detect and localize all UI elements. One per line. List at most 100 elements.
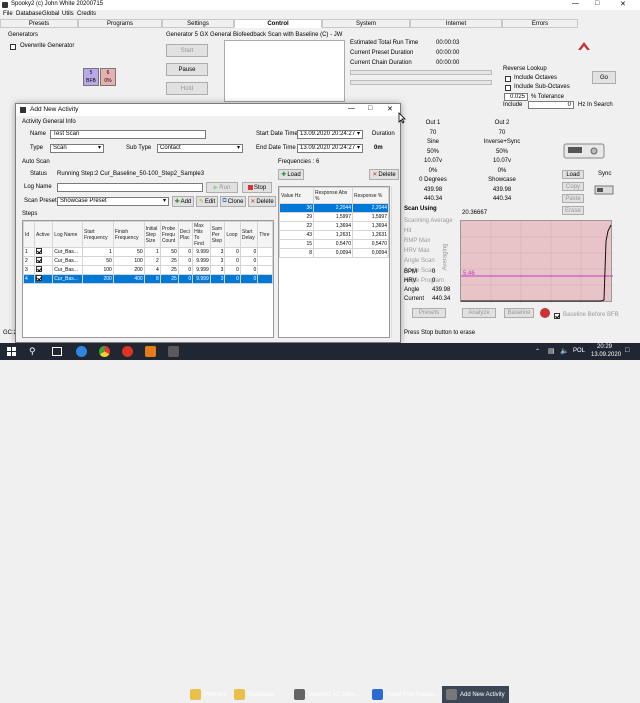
include-suboctaves-checkbox[interactable] — [505, 85, 511, 91]
tab-programs[interactable]: Programs — [78, 19, 162, 28]
pause-button[interactable]: Pause — [166, 63, 208, 76]
end-datetime-input[interactable]: 13.09.2020 20:24:27 — [297, 144, 363, 153]
tab-settings[interactable]: Settings — [162, 19, 234, 28]
steps-col-active[interactable]: Active — [33, 221, 54, 248]
minimize-icon[interactable]: — — [572, 0, 579, 7]
freq-delete-button[interactable]: ✕ Delete — [369, 169, 399, 180]
step-row-1[interactable]: 1 Cur_Bas... 1 50 1 50 0 9.999 3 0 0 — [23, 247, 273, 257]
clone-step-button[interactable]: ⧉ Clone — [220, 196, 246, 207]
baseline-button[interactable]: Baseline — [504, 308, 534, 318]
analyze-button[interactable]: Analyze — [462, 308, 496, 318]
step-active-cell[interactable] — [33, 265, 54, 275]
start-datetime-input[interactable]: 13.09.2020 20:24:27 — [297, 130, 363, 139]
subtype-select[interactable]: Contact — [157, 144, 243, 153]
subtype-dropdown-icon[interactable]: ▾ — [237, 144, 240, 151]
steps-col-threshold[interactable]: Thre — [257, 221, 273, 248]
baseline-before-checkbox[interactable] — [554, 313, 560, 319]
menu-global[interactable]: Global — [42, 11, 59, 17]
menu-utils[interactable]: Utils — [62, 11, 74, 17]
freq-row[interactable]: 29 1,5997 1,5997 — [279, 212, 389, 222]
tab-presets[interactable]: Presets — [0, 19, 78, 28]
step-active-cell[interactable] — [33, 247, 54, 257]
step-active-cell[interactable] — [33, 256, 54, 266]
start-datetime-dropdown-icon[interactable]: ▾ — [357, 130, 360, 137]
start-button[interactable]: Start — [166, 44, 208, 57]
scan-option-angle[interactable]: Angle Scan — [404, 256, 458, 266]
steps-col-step-size[interactable]: Initial Step Size — [143, 221, 161, 248]
steps-col-finish-freq[interactable]: Finish Frequency — [112, 221, 145, 248]
search-icon[interactable]: ⚲ — [29, 346, 36, 357]
scan-option-hit[interactable]: Hit — [404, 226, 458, 236]
freq-col-value[interactable]: Value Hz — [279, 187, 314, 204]
steps-col-loop[interactable]: Loop — [224, 221, 241, 248]
freq-row[interactable]: 8 0,0094 0,0094 — [279, 248, 389, 258]
scan-preset-dropdown-icon[interactable]: ▾ — [163, 197, 166, 204]
steps-col-id[interactable]: Id — [23, 221, 35, 248]
run-button[interactable]: ▶ Run — [206, 182, 238, 193]
taskbar-item-scandata[interactable]: ScanData — [234, 686, 274, 703]
language-indicator[interactable]: POL — [573, 348, 585, 354]
chrome-icon[interactable] — [99, 346, 110, 357]
freq-row[interactable]: 22 1,3694 1,3694 — [279, 221, 389, 231]
include-input[interactable]: 0 — [528, 101, 574, 109]
sync-icon[interactable] — [594, 182, 614, 198]
hold-button[interactable]: Hold — [166, 82, 208, 95]
steps-col-probe-count[interactable]: Probe Frequ Count — [159, 221, 179, 248]
generator-6-badge[interactable]: 6 0% — [100, 68, 116, 86]
app-icon-grey[interactable] — [168, 346, 179, 357]
freq-col-abs[interactable]: Response Abs % — [313, 187, 353, 204]
copy-button[interactable]: Copy — [562, 182, 584, 191]
steps-table[interactable]: Id Active Log Name Start Frequency Finis… — [22, 220, 274, 338]
media-icon[interactable] — [145, 346, 156, 357]
scan-option-average[interactable]: Scanning Average — [404, 216, 458, 226]
edge-icon[interactable] — [76, 346, 87, 357]
freq-col-response[interactable]: Response % — [352, 187, 389, 204]
tray-chevron-icon[interactable]: ⌃ — [535, 348, 540, 355]
taskbar-item-add-activity[interactable]: Add New Activity — [442, 686, 509, 703]
steps-col-logname[interactable]: Log Name — [52, 221, 84, 248]
type-dropdown-icon[interactable]: ▾ — [98, 144, 101, 151]
menu-database[interactable]: Database — [16, 11, 42, 17]
menu-file[interactable]: File — [3, 11, 13, 17]
task-view-icon[interactable] — [52, 347, 62, 356]
add-step-button[interactable]: ✚ Add — [172, 196, 194, 207]
steps-col-start-freq[interactable]: Start Frequency — [82, 221, 114, 248]
scan-preset-select[interactable]: Showcase Preset — [57, 197, 169, 206]
tab-system[interactable]: System — [322, 19, 410, 28]
scan-option-rmp[interactable]: RMP Max — [404, 236, 458, 246]
freq-row[interactable]: 36 2,2044 2,2044 — [279, 203, 389, 213]
steps-col-samples[interactable]: Sam Per Step — [209, 221, 226, 248]
step-row-4[interactable]: 4 Cur_Bas... 200 400 8 25 0 9.999 3 0 0 — [23, 274, 273, 284]
step-active-checkbox[interactable] — [36, 266, 42, 272]
clock-time[interactable]: 20:29 — [597, 344, 612, 350]
overwrite-generator-checkbox[interactable] — [10, 44, 16, 50]
freq-row[interactable]: 15 0,5470 0,5470 — [279, 239, 389, 249]
menu-credits[interactable]: Credits — [77, 11, 96, 17]
step-active-checkbox[interactable] — [36, 257, 42, 263]
tolerance-input[interactable]: 0.025 — [504, 93, 528, 101]
step-row-2[interactable]: 2 Cur_Bas... 50 100 2 25 0 9.999 3 0 0 — [23, 256, 273, 266]
steps-col-start-delay[interactable]: Start Delay — [239, 221, 259, 248]
dialog-minimize-icon[interactable]: — — [348, 105, 355, 112]
load-button[interactable]: Load — [562, 170, 584, 179]
delete-step-button[interactable]: ✕ Delete — [248, 196, 276, 207]
generator-5-badge[interactable]: 5 BFB — [83, 68, 99, 86]
stop-button[interactable]: Stop — [242, 182, 272, 193]
taskbar-item-spooky[interactable]: Spooky2 (c) John... — [294, 686, 360, 703]
clock-date[interactable]: 13.09.2020 — [591, 352, 621, 358]
freq-row[interactable]: 43 1,2631 1,2631 — [279, 230, 389, 240]
step-row-3[interactable]: 3 Cur_Bas... 100 200 4 25 0 9.999 3 0 0 — [23, 265, 273, 275]
notification-icon[interactable]: □ — [625, 347, 629, 354]
step-active-checkbox[interactable] — [36, 275, 42, 281]
frequencies-table[interactable]: Value Hz Response Abs % Response % 36 2,2… — [278, 186, 390, 338]
dialog-maximize-icon[interactable]: □ — [368, 105, 372, 112]
log-name-input[interactable] — [57, 183, 203, 192]
steps-col-max-hits[interactable]: Max Hits To Find — [192, 221, 211, 248]
close-icon[interactable]: ✕ — [620, 0, 626, 8]
step-active-checkbox[interactable] — [36, 248, 42, 254]
edit-step-button[interactable]: ✎ Edit — [196, 196, 218, 207]
end-datetime-dropdown-icon[interactable]: ▾ — [357, 144, 360, 151]
dialog-close-icon[interactable]: ✕ — [387, 105, 393, 113]
include-octaves-checkbox[interactable] — [505, 76, 511, 82]
tab-internet[interactable]: Internet — [410, 19, 502, 28]
